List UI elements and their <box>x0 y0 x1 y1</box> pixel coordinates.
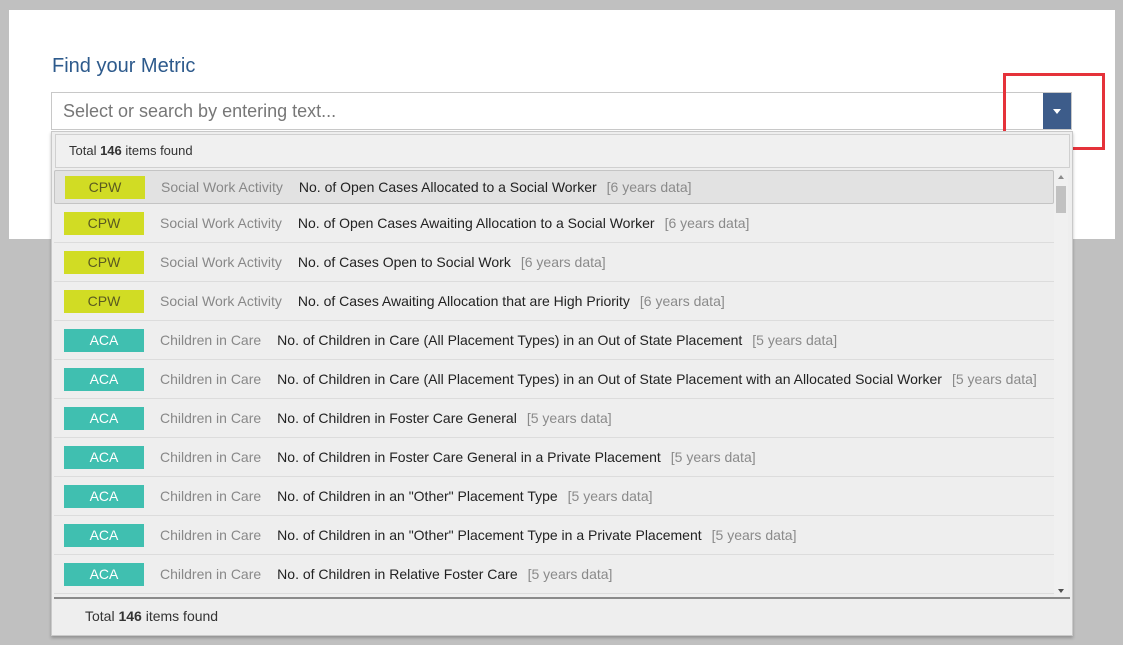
category-tag: ACA <box>64 484 144 508</box>
category-label: Social Work Activity <box>160 293 282 309</box>
metric-list: CPW Social Work Activity No. of Open Cases… <box>54 170 1054 598</box>
data-years-label: [5 years data] <box>527 566 613 582</box>
category-tag: ACA <box>64 523 144 547</box>
category-label: Social Work Activity <box>160 254 282 270</box>
list-item[interactable]: ACA Children in Care No. of Children in an… <box>54 477 1054 516</box>
page-title: Find your Metric <box>52 55 196 77</box>
data-years-label: [6 years data] <box>606 179 692 195</box>
data-years-label: [6 years data] <box>639 293 725 309</box>
total-suffix: items found <box>121 143 193 158</box>
total-suffix: items found <box>141 608 219 624</box>
category-tag: ACA <box>64 445 144 469</box>
metric-title: No. of Children in Foster Care General <box>277 410 517 426</box>
metric-title: No. of Open Cases Awaiting Allocation to… <box>297 215 655 231</box>
metric-title: No. of Children in Care (All Placement T… <box>277 332 743 348</box>
list-item[interactable]: CPW Social Work Activity No. of Open Cases… <box>54 170 1054 204</box>
list-item[interactable]: ACA Children in Care No. of Children in Ca… <box>54 321 1054 360</box>
scrollbar-thumb[interactable] <box>1056 186 1066 213</box>
scroll-up-button[interactable] <box>1054 170 1068 184</box>
metric-combobox[interactable] <box>51 92 1072 130</box>
metric-title: No. of Open Cases Allocated to a Social … <box>298 179 597 195</box>
list-item[interactable]: ACA Children in Care No. of Children in Ca… <box>54 360 1054 399</box>
search-input[interactable] <box>52 93 1032 129</box>
category-tag: CPW <box>64 250 144 274</box>
scroll-down-button[interactable] <box>1054 584 1068 598</box>
list-item[interactable]: ACA Children in Care No. of Children in Fo… <box>54 399 1054 438</box>
category-tag: ACA <box>64 406 144 430</box>
data-years-label: [6 years data] <box>520 254 606 270</box>
dropdown-panel: Total 146 items found CPW Social Work Act… <box>51 131 1073 636</box>
category-label: Children in Care <box>160 527 262 543</box>
category-tag: ACA <box>64 562 144 586</box>
total-items-footer: Total 146 items found <box>85 608 218 624</box>
category-label: Children in Care <box>160 488 262 504</box>
scroll-down-arrow-icon <box>1058 589 1064 593</box>
list-item[interactable]: ACA Children in Care No. of Children in an… <box>54 516 1054 555</box>
metric-title: No. of Cases Awaiting Allocation that ar… <box>297 293 630 309</box>
category-tag: CPW <box>64 289 144 313</box>
data-years-label: [5 years data] <box>526 410 612 426</box>
data-years-label: [5 years data] <box>951 371 1037 387</box>
total-prefix: Total <box>69 143 101 158</box>
metric-title: No. of Children in Relative Foster Care <box>277 566 518 582</box>
data-years-label: [5 years data] <box>752 332 838 348</box>
data-years-label: [5 years data] <box>711 527 797 543</box>
footer-divider <box>54 597 1070 599</box>
category-label: Children in Care <box>160 449 262 465</box>
metric-title: No. of Cases Open to Social Work <box>297 254 511 270</box>
category-label: Social Work Activity <box>160 215 282 231</box>
data-years-label: [6 years data] <box>664 215 750 231</box>
scroll-up-arrow-icon <box>1058 175 1064 179</box>
category-label: Children in Care <box>160 566 262 582</box>
category-label: Children in Care <box>160 371 262 387</box>
list-item[interactable]: CPW Social Work Activity No. of Cases Awai… <box>54 282 1054 321</box>
category-tag: CPW <box>65 175 145 199</box>
category-label: Children in Care <box>160 332 262 348</box>
metric-title: No. of Children in an "Other" Placement … <box>277 527 702 543</box>
list-item[interactable]: ACA Children in Care No. of Children in Fo… <box>54 438 1054 477</box>
total-items-header: Total 146 items found <box>55 134 1070 168</box>
total-prefix: Total <box>85 608 119 624</box>
data-years-label: [5 years data] <box>670 449 756 465</box>
list-item[interactable]: ACA Children in Care No. of Children in Re… <box>54 555 1054 594</box>
scrollbar[interactable] <box>1054 170 1068 598</box>
list-item[interactable]: CPW Social Work Activity No. of Open Cases… <box>54 204 1054 243</box>
metric-title: No. of Children in an "Other" Placement … <box>277 488 558 504</box>
metric-title: No. of Children in Foster Care General i… <box>277 449 661 465</box>
category-tag: ACA <box>64 328 144 352</box>
total-count: 146 <box>118 608 142 624</box>
category-tag: CPW <box>64 211 144 235</box>
category-label: Children in Care <box>160 410 262 426</box>
category-label: Social Work Activity <box>161 179 283 195</box>
data-years-label: [5 years data] <box>567 488 653 504</box>
metric-title: No. of Children in Care (All Placement T… <box>277 371 942 387</box>
category-tag: ACA <box>64 367 144 391</box>
list-item[interactable]: CPW Social Work Activity No. of Cases Open… <box>54 243 1054 282</box>
total-count: 146 <box>100 143 122 158</box>
